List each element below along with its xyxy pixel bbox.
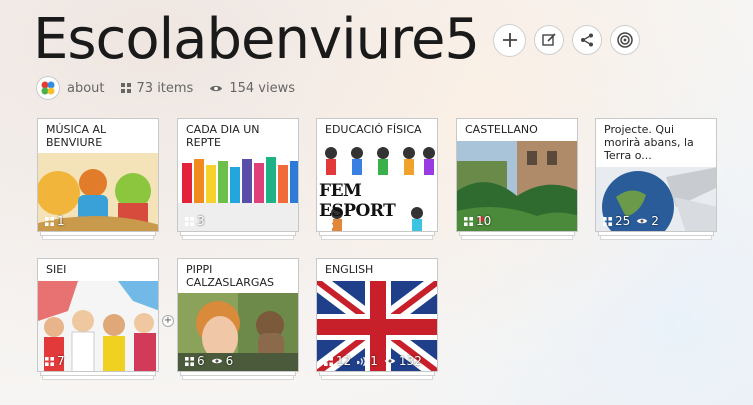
grid-icon [324,219,333,228]
collection-card[interactable]: Projecte. Qui morirà abans, la Terra o..… [595,118,717,240]
grid-icon [120,83,131,93]
collection-card[interactable]: CASTELLANO 10 [456,118,578,240]
about-link[interactable]: about [67,81,105,96]
card-title: Projecte. Qui morirà abans, la Terra o..… [604,123,694,162]
card-title: MÚSICA AL BENVIURE [46,123,107,149]
eye-icon [211,358,222,364]
add-button[interactable] [493,23,527,57]
collection-card[interactable]: CADA DIA UN REPTE 3 [177,118,299,240]
sound-icon [357,356,367,366]
eye-icon [210,85,223,91]
card-title: ENGLISH [325,263,374,276]
collection-card[interactable]: ENGLISH 12 1 132 [316,258,438,380]
card-title: SIEI [46,263,67,276]
eye-icon [637,218,648,224]
avatar-logo-icon [41,81,55,95]
grid-icon [185,356,194,366]
embed-button[interactable] [610,25,641,55]
card-title: PIPPI CALZASLARGAS [186,263,274,289]
avatar[interactable] [36,76,60,100]
card-image-text: FEM ESPORT [319,181,396,221]
card-title: CADA DIA UN REPTE [186,123,260,149]
card-stats: 1 [45,214,71,228]
card-stats: 25 2 [603,214,665,228]
items-count: 73 items [120,81,193,96]
collection-card[interactable]: EDUCACIÓ FÍSICA FEM ESPORT [316,118,438,240]
grid-icon [185,216,194,226]
card-stats: 3 [185,214,211,228]
card-thumbnail: FEM ESPORT [317,141,437,231]
target-icon [617,32,633,48]
collection-meta: about 73 items 154 views [36,76,311,100]
add-item-button[interactable]: + [162,315,174,327]
page-header: Escolabenviure5 [33,4,641,76]
share-button[interactable] [572,25,603,55]
card-stats: 10 [464,214,497,228]
collection-card[interactable]: PIPPI CALZASLARGAS 6 6 [177,258,299,380]
card-stats [324,219,342,228]
grid-icon [324,356,333,366]
plus-icon [502,33,517,47]
eye-icon [384,358,396,364]
card-stats: 12 1 132 [324,354,428,368]
card-title: CASTELLANO [465,123,538,136]
grid-icon [45,356,54,366]
page-title: Escolabenviure5 [33,7,480,72]
card-title: EDUCACIÓ FÍSICA [325,123,422,136]
edit-button[interactable] [534,25,565,55]
card-stats: 6 6 [185,354,239,368]
grid-icon [603,216,612,226]
share-icon [581,33,594,47]
collection-card[interactable]: MÚSICA AL BENVIURE 1 [37,118,159,240]
card-stats: 7 [45,354,71,368]
collection-card[interactable]: SIEI 7 [37,258,159,380]
views-count: 154 views [209,81,295,96]
grid-icon [464,216,473,226]
edit-icon [542,33,556,46]
grid-icon [45,216,54,226]
